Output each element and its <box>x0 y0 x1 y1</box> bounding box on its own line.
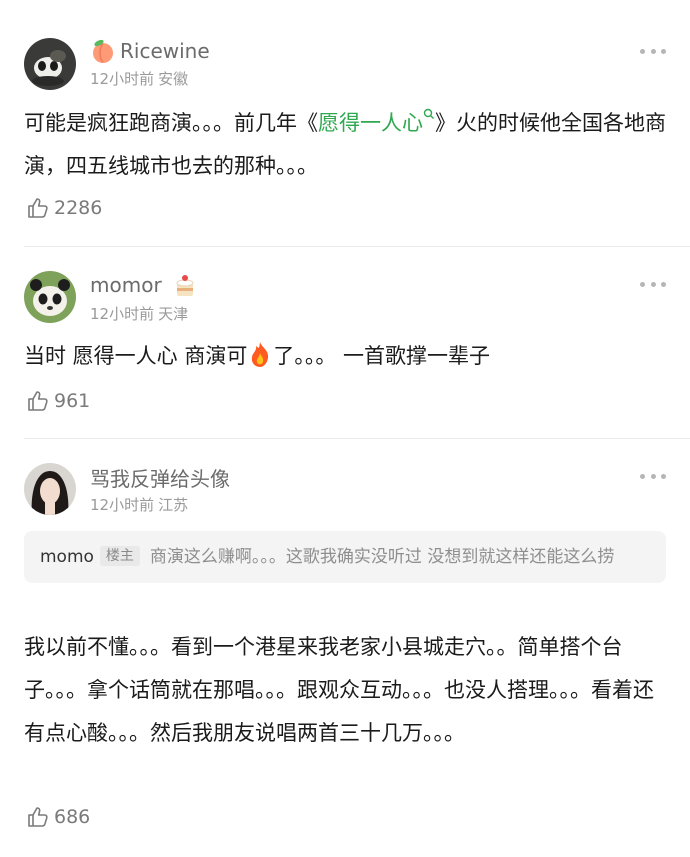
dot-icon <box>650 48 656 54</box>
timestamp: 12小时前 <box>90 305 155 323</box>
divider <box>24 246 690 247</box>
search-icon <box>423 108 434 119</box>
location: 天津 <box>158 305 189 323</box>
dot-icon <box>650 473 656 479</box>
like-count: 2286 <box>54 197 103 219</box>
dot-icon <box>661 48 666 54</box>
username[interactable]: Ricewine <box>90 38 210 64</box>
avatar[interactable] <box>24 463 76 515</box>
thumbs-up-icon <box>28 807 48 827</box>
dot-icon <box>661 281 666 287</box>
dot-icon <box>661 473 666 479</box>
topic-link[interactable]: 愿得一人心 <box>318 108 435 135</box>
more-options-button[interactable] <box>640 46 666 56</box>
op-badge: 楼主 <box>99 546 140 566</box>
location: 安徽 <box>158 70 189 88</box>
quoted-username[interactable]: momo <box>40 547 94 567</box>
thumbs-up-icon <box>28 391 48 411</box>
like-count: 686 <box>54 806 91 828</box>
thumbs-up-icon <box>28 198 48 218</box>
avatar[interactable] <box>24 271 76 323</box>
peach-icon <box>93 39 113 63</box>
comment-meta: 12小时前 天津 <box>90 303 188 324</box>
comment-meta: 12小时前 安徽 <box>90 68 188 89</box>
username-text: Ricewine <box>120 39 210 63</box>
timestamp: 12小时前 <box>90 70 155 88</box>
comment-text: 可能是疯狂跑商演。。。前几年《愿得一人心 》火的时候他全国各地商演，四五线城市也去… <box>24 102 666 188</box>
timestamp: 12小时前 <box>90 496 155 514</box>
username[interactable]: momor <box>90 271 198 299</box>
dot-icon <box>650 281 656 287</box>
dot-icon <box>640 48 645 54</box>
like-count: 961 <box>54 390 91 412</box>
cake-icon <box>176 275 194 296</box>
comment-text: 当时 愿得一人心 商演可 了。。。 一首歌撑一辈子 <box>24 335 666 378</box>
comment-meta: 12小时前 江苏 <box>90 494 188 515</box>
username-text: momor <box>90 273 162 297</box>
more-options-button[interactable] <box>640 279 666 289</box>
dot-icon <box>640 473 645 479</box>
quoted-reply[interactable]: momo 楼主 商演这么赚啊。。。这歌我确实没听过 没想到就这样还能这么捞 <box>24 531 666 583</box>
divider <box>24 438 690 439</box>
fire-icon <box>252 342 269 367</box>
location: 江苏 <box>158 496 189 514</box>
like-button[interactable]: 2286 <box>26 196 102 220</box>
avatar[interactable] <box>24 38 76 90</box>
username-text: 骂我反弹给头像 <box>90 467 230 491</box>
username[interactable]: 骂我反弹给头像 <box>90 463 230 492</box>
quoted-text: 商演这么赚啊。。。这歌我确实没听过 没想到就这样还能这么捞 <box>149 547 615 567</box>
dot-icon <box>640 281 645 287</box>
like-button[interactable]: 686 <box>26 805 90 829</box>
comment-text: 我以前不懂。。。看到一个港星来我老家小县城走穴。。简单搭个台子。。。拿个话筒就在… <box>24 635 654 745</box>
like-button[interactable]: 961 <box>26 389 90 413</box>
more-options-button[interactable] <box>640 471 666 481</box>
